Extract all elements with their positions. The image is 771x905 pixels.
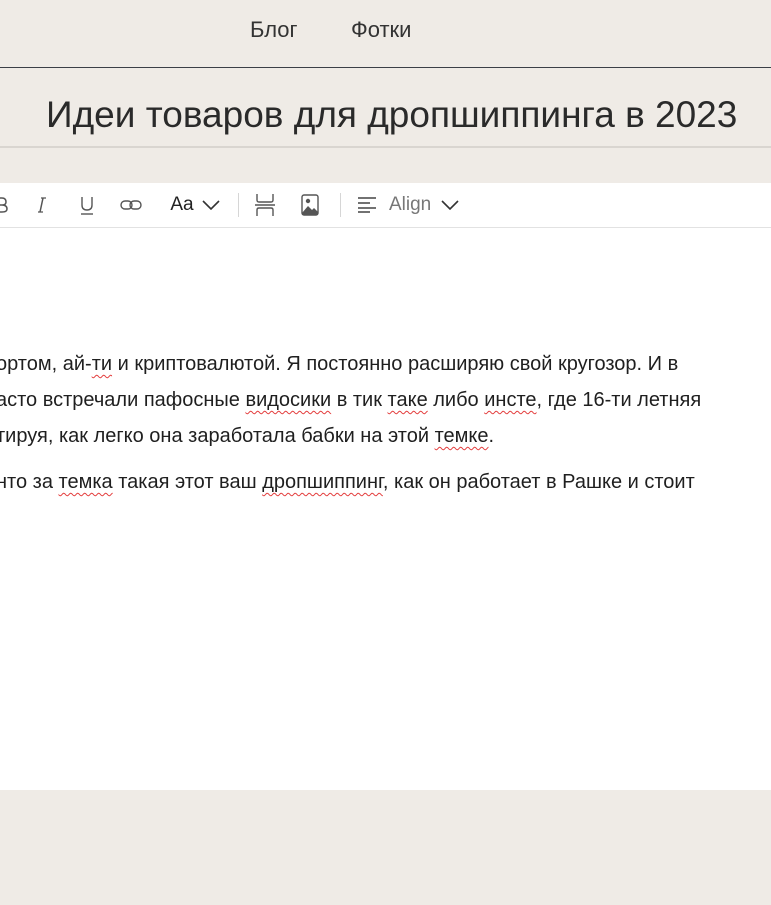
text-run: , как он работает в Рашке и стоит: [382, 471, 695, 493]
editor-body[interactable]: ортом, ай-ти и криптовалютой. Я постоянн…: [0, 228, 771, 790]
font-size-dropdown[interactable]: Aa: [166, 183, 224, 227]
align-left-icon: [358, 197, 376, 213]
paragraph-line: нто за темка такая этот ваш дропшиппинг,…: [0, 464, 771, 500]
post-title[interactable]: Идеи товаров для дропшиппинга в 2023: [46, 94, 737, 136]
italic-icon: [38, 197, 46, 213]
font-size-label: Aa: [170, 194, 194, 215]
text-run: , где 16-ти летняя: [536, 389, 702, 411]
misspelled-word: таке: [387, 389, 428, 411]
insert-divider-button[interactable]: [253, 183, 277, 227]
chevron-down-icon: [202, 200, 220, 210]
text-run: .: [488, 425, 495, 447]
text-run: тируя, как легко она заработала бабки на…: [0, 425, 435, 447]
misspelled-word: дропшиппинг: [262, 471, 383, 493]
underline-icon: [81, 197, 93, 215]
align-dropdown[interactable]: Align: [357, 183, 465, 227]
toolbar-divider: [238, 193, 239, 217]
chevron-down-icon: [441, 200, 459, 210]
misspelled-word: видосики: [245, 389, 332, 411]
text-run: асто встречали пафосные: [0, 389, 246, 411]
paragraph-line: асто встречали пафосные видосики в тик т…: [0, 382, 771, 418]
image-icon: [301, 194, 319, 216]
paragraph-line: тируя, как легко она заработала бабки на…: [0, 418, 771, 454]
underline-button[interactable]: [75, 183, 99, 227]
toolbar-divider: [340, 193, 341, 217]
bold-button[interactable]: [0, 183, 12, 227]
italic-button[interactable]: [30, 183, 54, 227]
text-run: ортом, ай-: [0, 353, 92, 375]
bold-icon: [0, 197, 8, 213]
link-button[interactable]: [118, 183, 144, 227]
nav-link-blog[interactable]: Блог: [250, 17, 298, 43]
link-icon: [120, 200, 142, 210]
editor-toolbar: Aa Align: [0, 183, 771, 228]
top-nav: Блог Фотки: [0, 0, 771, 68]
misspelled-word: темка: [58, 471, 113, 493]
align-label: Align: [389, 194, 432, 215]
nav-link-photos[interactable]: Фотки: [351, 17, 411, 43]
paragraph-line: ортом, ай-ти и криптовалютой. Я постоянн…: [0, 346, 771, 382]
text-run: либо: [427, 389, 485, 411]
misspelled-word: темке: [434, 425, 489, 447]
horizontal-rule-icon: [255, 194, 275, 216]
insert-image-button[interactable]: [298, 183, 322, 227]
text-run: такая этот ваш: [112, 471, 263, 493]
misspelled-word: инсте: [484, 389, 537, 411]
text-run: нто за: [0, 471, 59, 493]
misspelled-word: ти: [91, 353, 113, 375]
text-run: в тик: [331, 389, 388, 411]
text-run: и криптовалютой. Я постоянно расширяю св…: [112, 353, 679, 375]
title-bar: Идеи товаров для дропшиппинга в 2023: [0, 68, 771, 148]
